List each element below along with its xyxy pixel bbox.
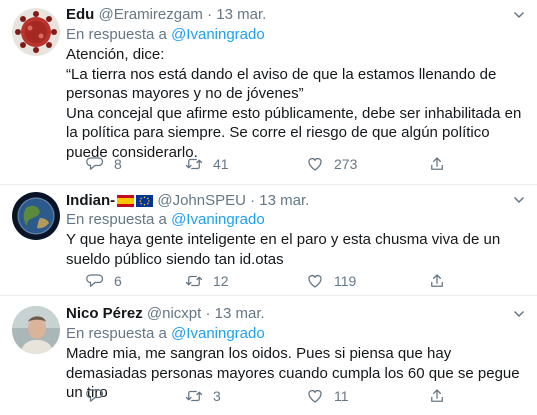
reply-prefix: En respuesta a	[66, 26, 167, 43]
eu-flag-icon	[136, 195, 154, 207]
retweet-button[interactable]: 3	[185, 386, 221, 406]
retweet-icon	[185, 158, 203, 170]
reply-icon	[86, 157, 104, 170]
heart-icon	[308, 158, 322, 171]
share-icon	[431, 389, 443, 402]
share-button[interactable]	[428, 271, 446, 291]
tweet-text: Y que haya gente inteligente en el paro …	[66, 230, 526, 269]
mention-link[interactable]: @Ivaningrado	[171, 26, 265, 43]
user-handle[interactable]: @Eramirezgam	[99, 6, 203, 23]
retweet-count: 12	[213, 273, 229, 289]
like-button[interactable]: 119	[306, 271, 356, 291]
share-icon	[431, 157, 443, 170]
person-avatar-image	[12, 306, 60, 354]
tweet-actions: 6 12 119	[66, 271, 466, 291]
earth-avatar-image	[12, 192, 60, 240]
spain-flag-icon	[117, 195, 135, 207]
heart-icon	[308, 275, 322, 288]
separator-dot: ·	[250, 192, 256, 209]
reply-button[interactable]	[86, 386, 114, 406]
separator-dot: ·	[205, 305, 211, 322]
share-icon	[431, 274, 443, 287]
user-handle[interactable]: @nicxpt	[147, 305, 201, 322]
mention-link[interactable]: @Ivaningrado	[171, 325, 265, 342]
chevron-down-icon[interactable]	[513, 9, 525, 21]
retweet-icon	[185, 390, 203, 402]
tweet-date[interactable]: 13 mar.	[216, 6, 266, 23]
reply-context: En respuesta a @Ivaningrado	[66, 26, 265, 44]
reply-prefix: En respuesta a	[66, 211, 167, 228]
retweet-count: 3	[213, 388, 221, 404]
reply-icon	[86, 389, 104, 402]
user-handle[interactable]: @JohnSPEU	[157, 192, 246, 209]
reply-count: 6	[114, 273, 122, 289]
tweet[interactable]: Indian- @JohnSPEU · 13 mar. En respuesta…	[0, 185, 537, 296]
like-button[interactable]: 11	[306, 386, 349, 406]
display-name-text: Indian-	[66, 192, 116, 209]
like-count: 11	[334, 388, 349, 404]
avatar[interactable]	[12, 306, 60, 354]
retweet-icon	[185, 275, 203, 287]
reply-icon	[86, 274, 104, 287]
tweet-text-line: “La tierra nos está dando el aviso de qu…	[66, 65, 497, 103]
reply-context: En respuesta a @Ivaningrado	[66, 211, 265, 229]
avatar[interactable]	[12, 8, 60, 56]
separator-dot: ·	[207, 6, 213, 23]
chevron-down-icon[interactable]	[513, 194, 525, 206]
tweet-text-line: Y que haya gente inteligente en el paro …	[66, 231, 501, 268]
mention-link[interactable]: @Ivaningrado	[171, 211, 265, 228]
like-button[interactable]: 273	[306, 154, 357, 174]
tweet-header: Nico Pérez @nicxpt · 13 mar.	[66, 305, 265, 323]
tweet-actions: 8 41 273	[66, 154, 466, 174]
tweet-actions: 3 11	[66, 386, 466, 406]
tweet-header: Edu @Eramirezgam · 13 mar.	[66, 6, 266, 24]
tweet-text-line: Atención, dice:	[66, 46, 165, 63]
tweet-header: Indian- @JohnSPEU · 13 mar.	[66, 192, 309, 210]
reply-button[interactable]: 8	[86, 154, 122, 174]
heart-icon	[308, 390, 322, 403]
like-count: 119	[334, 273, 357, 289]
like-count: 273	[334, 156, 358, 172]
tweet-text: Atención, dice: “La tierra nos está dand…	[66, 45, 526, 162]
avatar[interactable]	[12, 192, 60, 240]
reply-count: 8	[114, 156, 122, 172]
chevron-down-icon[interactable]	[513, 308, 525, 320]
tweet[interactable]: Edu @Eramirezgam · 13 mar. En respuesta …	[0, 0, 537, 185]
share-button[interactable]	[428, 386, 446, 406]
share-button[interactable]	[428, 154, 446, 174]
display-name[interactable]: Nico Pérez	[66, 305, 143, 322]
reply-prefix: En respuesta a	[66, 325, 167, 342]
tweet[interactable]: Nico Pérez @nicxpt · 13 mar. En respuest…	[0, 296, 537, 415]
retweet-count: 41	[213, 156, 229, 172]
display-name[interactable]: Edu	[66, 6, 94, 23]
retweet-button[interactable]: 12	[185, 271, 229, 291]
reply-context: En respuesta a @Ivaningrado	[66, 325, 265, 343]
retweet-button[interactable]: 41	[185, 154, 229, 174]
reply-button[interactable]: 6	[86, 271, 122, 291]
display-name[interactable]: Indian-	[66, 192, 154, 209]
tweet-date[interactable]: 13 mar.	[259, 192, 309, 209]
tweet-date[interactable]: 13 mar.	[215, 305, 265, 322]
virus-avatar-image	[12, 8, 60, 56]
